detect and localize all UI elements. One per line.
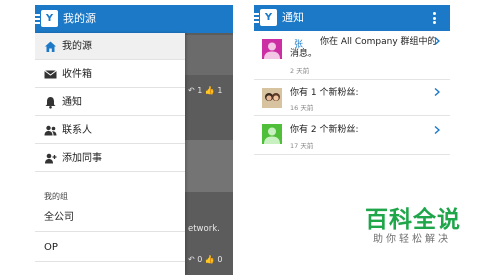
navigation-drawer: 我的源 收件箱 通知 联系人 添加同事 我的组 全公司 OP bbox=[35, 33, 185, 275]
menu-icon[interactable] bbox=[254, 13, 259, 23]
yammer-logo: Y bbox=[41, 10, 58, 27]
chevron-right-icon[interactable] bbox=[434, 37, 440, 45]
like-icon: 👍 bbox=[204, 86, 215, 95]
watermark-subtitle: 助你轻松解决 bbox=[373, 234, 451, 245]
feed-count-bottom: 0 bbox=[197, 255, 203, 264]
nav-label: 收件箱 bbox=[62, 69, 92, 80]
nav-label: 联系人 bbox=[62, 125, 92, 136]
bell-icon bbox=[45, 97, 56, 109]
add-person-icon bbox=[45, 153, 57, 164]
notification-text: 你有 1 个新粉丝: bbox=[290, 88, 359, 98]
avatar bbox=[262, 88, 282, 108]
app-bar: Y 我的源 bbox=[35, 5, 233, 33]
overflow-menu-icon[interactable] bbox=[433, 12, 436, 26]
background-feed: ↶ 1 👍 1 etwork. ↶ 0 👍 0 bbox=[185, 5, 233, 275]
nav-item-contacts[interactable]: 联系人 bbox=[35, 117, 185, 144]
nav-item-add-colleague[interactable]: 添加同事 bbox=[35, 145, 185, 172]
nav-label: 我的源 bbox=[62, 41, 92, 52]
reply-icon: ↶ bbox=[188, 86, 195, 95]
chevron-right-icon[interactable] bbox=[434, 126, 440, 134]
notification-time: 17 天前 bbox=[290, 142, 314, 150]
chevron-right-icon[interactable] bbox=[434, 88, 440, 96]
like-icon: 👍 bbox=[204, 255, 215, 264]
nav-label: 添加同事 bbox=[62, 153, 102, 164]
envelope-icon bbox=[44, 70, 57, 79]
contacts-icon bbox=[44, 125, 57, 136]
person-placeholder-icon bbox=[264, 42, 280, 59]
watermark-title: 百科全说 bbox=[365, 207, 461, 233]
reply-icon: ↶ bbox=[188, 255, 195, 264]
groups-section-header: 我的组 bbox=[44, 192, 68, 201]
app-bar: Y 通知 bbox=[254, 5, 450, 31]
notification-text: 你在 All Company 群组中的 bbox=[320, 37, 437, 47]
avatar bbox=[262, 39, 282, 59]
person-placeholder-icon bbox=[264, 127, 280, 144]
feed-action-row-top: ↶ 1 👍 1 bbox=[188, 86, 223, 95]
home-icon bbox=[45, 41, 56, 52]
yammer-logo: Y bbox=[260, 9, 277, 26]
feed-count-top: 1 bbox=[197, 86, 203, 95]
page-title: 通知 bbox=[282, 11, 304, 24]
app-title: 我的源 bbox=[63, 12, 96, 25]
feed-action-row-bottom: ↶ 0 👍 0 bbox=[188, 255, 223, 264]
menu-icon[interactable] bbox=[35, 14, 40, 24]
notification-time: 16 天前 bbox=[290, 104, 314, 112]
feed-post-area bbox=[185, 35, 233, 75]
nav-item-notifications[interactable]: 通知 bbox=[35, 89, 185, 116]
feed-snippet: etwork. bbox=[188, 224, 220, 234]
left-phone-screen: ↶ 1 👍 1 etwork. ↶ 0 👍 0 Y 我的源 我的源 收件箱 通知… bbox=[35, 5, 233, 275]
notification-text-continued: 消息。 bbox=[290, 49, 318, 59]
notification-text: 你有 2 个新粉丝: bbox=[290, 125, 359, 135]
notification-item[interactable]: 你有 2 个新粉丝: 17 天前 bbox=[254, 116, 450, 155]
nav-label: 通知 bbox=[62, 97, 82, 108]
profile-photo bbox=[262, 88, 282, 108]
group-item-op[interactable]: OP bbox=[35, 233, 185, 262]
feed-post-image bbox=[185, 140, 233, 192]
nav-item-my-feed[interactable]: 我的源 bbox=[35, 33, 185, 60]
notification-item[interactable]: 你有 1 个新粉丝: 16 天前 bbox=[254, 80, 450, 116]
right-phone-screen: Y 通知 张 你在 All Company 群组中的 消息。 2 天前 你有 1… bbox=[254, 5, 450, 155]
avatar bbox=[262, 124, 282, 144]
notification-item[interactable]: 张 你在 All Company 群组中的 消息。 2 天前 bbox=[254, 31, 450, 80]
notification-time: 2 天前 bbox=[290, 67, 310, 75]
nav-item-inbox[interactable]: 收件箱 bbox=[35, 61, 185, 88]
screenshot-stage: ↶ 1 👍 1 etwork. ↶ 0 👍 0 Y 我的源 我的源 收件箱 通知… bbox=[0, 0, 500, 275]
group-item-all-company[interactable]: 全公司 bbox=[35, 203, 185, 232]
